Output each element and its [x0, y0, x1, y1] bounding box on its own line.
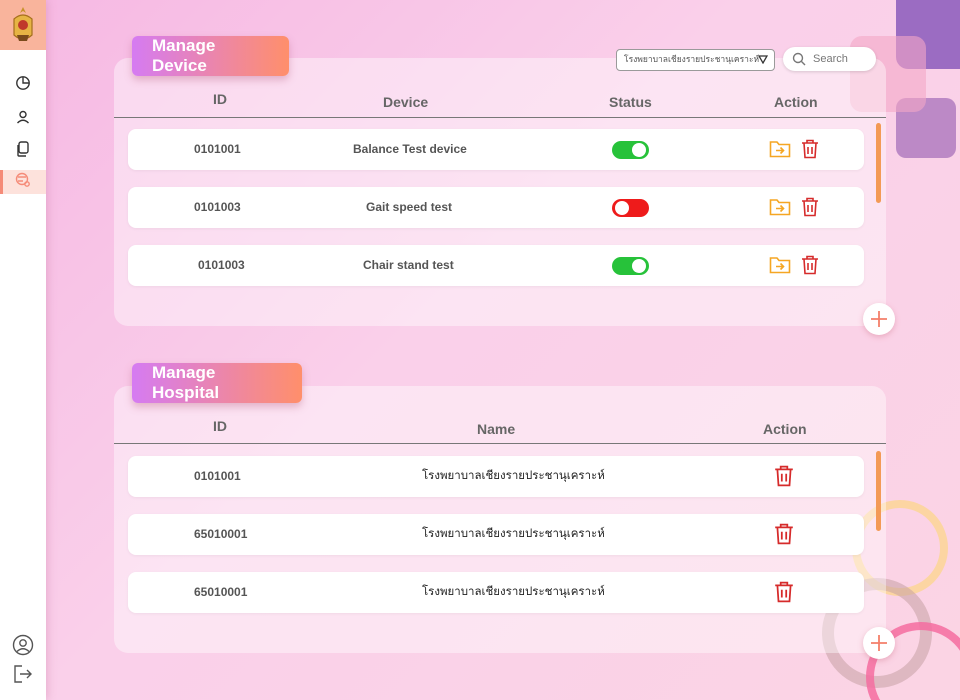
device-id: 0101001 [194, 142, 241, 156]
device-section-title: Manage Device [132, 36, 289, 76]
hospital-header-name: Name [477, 421, 516, 437]
logout-icon [13, 665, 33, 687]
hospital-name: โรงพยาบาลเชียงรายประชานุเคราะห์ [422, 528, 605, 540]
hospital-header-id: ID [213, 418, 227, 434]
device-row: 0101003 Gait speed test [128, 187, 864, 228]
trash-icon [775, 465, 793, 487]
hospital-header-divider [114, 443, 886, 444]
user-icon [16, 109, 30, 128]
add-hospital-button[interactable] [863, 627, 895, 659]
device-name: Balance Test device [353, 142, 467, 156]
hospital-section-title: Manage Hospital [132, 363, 302, 403]
delete-device-button[interactable] [801, 197, 819, 217]
plus-icon [871, 311, 887, 327]
hospital-header-action: Action [763, 421, 807, 437]
delete-device-button[interactable] [801, 139, 819, 159]
hospital-crest-icon[interactable] [0, 0, 46, 50]
trash-icon [802, 139, 818, 159]
folder-arrow-icon [769, 257, 791, 274]
status-toggle[interactable] [612, 141, 649, 159]
hospital-row: 0101001 โรงพยาบาลเชียงรายประชานุเคราะห์ [128, 456, 864, 497]
trash-icon [775, 523, 793, 545]
device-header-divider [114, 117, 886, 118]
profile-icon [12, 634, 34, 660]
device-header-device: Device [383, 94, 429, 110]
device-row: 0101001 Balance Test device [128, 129, 864, 170]
sidebar-item-devices[interactable] [0, 170, 46, 194]
delete-hospital-button[interactable] [774, 581, 794, 603]
device-settings-icon [15, 172, 31, 192]
hospital-select-value: โรงพยาบาลเชียงรายประชานุเคราะห์ [624, 55, 760, 65]
hospital-id: 0101001 [194, 469, 241, 483]
device-header-action: Action [774, 94, 818, 110]
device-header-status: Status [609, 94, 652, 110]
documents-icon [16, 141, 30, 161]
hospital-name: โรงพยาบาลเชียงรายประชานุเคราะห์ [422, 470, 605, 482]
search-input[interactable]: Search [783, 47, 876, 71]
trash-icon [802, 197, 818, 217]
open-device-button[interactable] [769, 255, 791, 275]
device-id: 0101003 [198, 258, 245, 272]
sidebar-item-documents[interactable] [0, 139, 46, 163]
delete-hospital-button[interactable] [774, 465, 794, 487]
sidebar [0, 0, 46, 700]
hospital-id: 65010001 [194, 585, 248, 599]
sidebar-logout[interactable] [0, 664, 46, 688]
hospital-name: โรงพยาบาลเชียงรายประชานุเคราะห์ [422, 586, 605, 598]
trash-icon [775, 581, 793, 603]
search-icon [792, 52, 806, 66]
hospital-select[interactable]: โรงพยาบาลเชียงรายประชานุเคราะห์ [616, 49, 775, 71]
open-device-button[interactable] [769, 197, 791, 217]
hospital-id: 65010001 [194, 527, 248, 541]
hospital-row: 65010001 โรงพยาบาลเชียงรายประชานุเคราะห์ [128, 572, 864, 613]
sidebar-item-dashboard[interactable] [0, 73, 46, 97]
plus-icon [871, 635, 887, 651]
device-header-id: ID [213, 91, 227, 107]
hospital-scrollbar[interactable] [876, 451, 881, 531]
trash-icon [802, 255, 818, 275]
open-device-button[interactable] [769, 139, 791, 159]
hospital-row: 65010001 โรงพยาบาลเชียงรายประชานุเคราะห์ [128, 514, 864, 555]
folder-arrow-icon [769, 199, 791, 216]
add-device-button[interactable] [863, 303, 895, 335]
device-name: Gait speed test [366, 200, 453, 214]
status-toggle[interactable] [612, 257, 649, 275]
search-placeholder: Search [813, 53, 848, 65]
dropdown-triangle-icon [758, 55, 768, 64]
delete-hospital-button[interactable] [774, 523, 794, 545]
folder-arrow-icon [769, 141, 791, 158]
device-name: Chair stand test [363, 258, 454, 272]
sidebar-profile[interactable] [0, 634, 46, 660]
status-toggle[interactable] [612, 199, 649, 217]
delete-device-button[interactable] [801, 255, 819, 275]
pie-chart-icon [15, 75, 31, 95]
device-id: 0101003 [194, 200, 241, 214]
device-scrollbar[interactable] [876, 123, 881, 203]
device-row: 0101003 Chair stand test [128, 245, 864, 286]
sidebar-item-users[interactable] [0, 106, 46, 130]
